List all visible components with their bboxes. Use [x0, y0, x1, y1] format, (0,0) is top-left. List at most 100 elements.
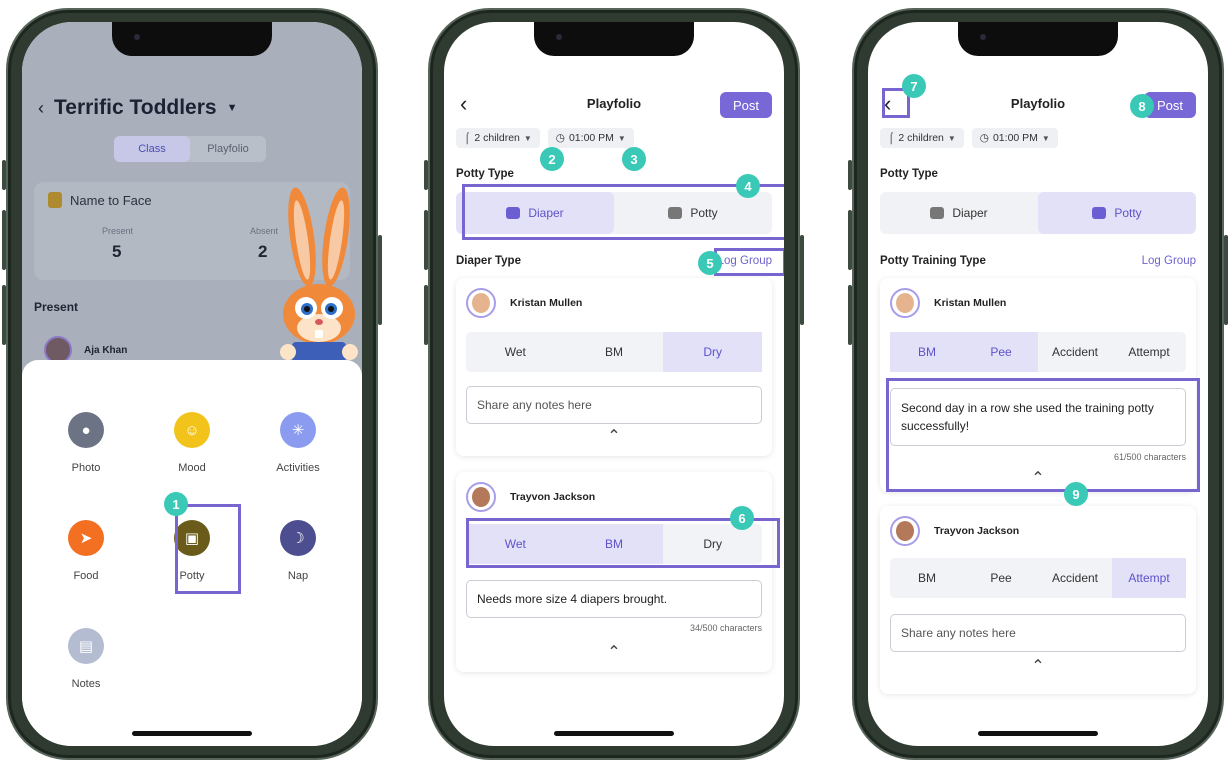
potty-type-toggle: Diaper Potty — [880, 192, 1196, 234]
notes-highlight-box — [886, 378, 1200, 492]
callout-badge-5: 5 — [698, 251, 722, 275]
screen-3: ‹ Playfolio Post 7 8 ⌠ 2 children ▼ ◷ 01… — [868, 22, 1208, 746]
option-accident[interactable]: Accident — [1038, 558, 1112, 598]
children-icon: ⌠ — [464, 132, 471, 144]
child-name: Trayvon Jackson — [510, 491, 596, 503]
time-selector[interactable]: ◷ 01:00 PM ▼ — [547, 128, 634, 148]
potty-type-label: Potty Type — [456, 168, 514, 180]
option-pee[interactable]: Pee — [964, 332, 1038, 372]
child-entry-card: Kristan Mullen Wet BM Dry Share any note… — [456, 278, 772, 456]
potty-training-selector: BM Pee Accident Attempt — [890, 332, 1186, 372]
child-name: Aja Khan — [84, 344, 128, 356]
caret-down-icon: ▼ — [226, 102, 238, 114]
present-heading: Present — [34, 300, 79, 314]
class-title-text: Terrific Toddlers — [54, 96, 217, 119]
log-group-highlight-box — [714, 248, 784, 276]
option-potty[interactable]: Potty — [1038, 192, 1196, 234]
phone-frame-1: ‹ Terrific Toddlers ▼ Class Playfolio Na… — [2, 8, 382, 760]
diaper-type-selector: Wet BM Dry — [466, 332, 763, 372]
tab-class[interactable]: Class — [114, 136, 190, 162]
callout-badge-8: 8 — [1130, 94, 1154, 118]
screen-2: ‹ Playfolio Post ⌠ 2 children ▼ ◷ 01:00 … — [444, 22, 784, 746]
child-name: Kristan Mullen — [934, 297, 1007, 309]
class-playfolio-toggle: Class Playfolio — [114, 136, 266, 162]
option-bm[interactable]: BM — [565, 332, 664, 372]
avatar — [890, 516, 920, 546]
option-bm[interactable]: BM — [890, 332, 964, 372]
option-attempt[interactable]: Attempt — [1112, 558, 1186, 598]
log-group-link[interactable]: Log Group — [1142, 255, 1196, 267]
potty-training-type-label: Potty Training Type — [880, 255, 986, 267]
potty-training-selector: BM Pee Accident Attempt — [890, 558, 1186, 598]
running-icon: ✳ — [280, 412, 316, 448]
diaper-type-label: Diaper Type — [456, 255, 521, 267]
moon-icon: ☽ — [280, 520, 316, 556]
activity-nap[interactable]: ☽ Nap — [258, 520, 338, 582]
activity-mood[interactable]: ☺ Mood — [152, 412, 232, 474]
activity-notes[interactable]: ▤ Notes — [46, 628, 126, 690]
notes-input[interactable]: Needs more size 4 diapers brought. — [466, 580, 762, 618]
option-wet[interactable]: Wet — [466, 332, 565, 372]
medal-icon — [48, 192, 62, 208]
option-accident[interactable]: Accident — [1038, 332, 1112, 372]
clock-icon: ◷ — [555, 132, 565, 144]
bunny-mascot-icon — [280, 187, 358, 362]
carrot-icon: ➤ — [68, 520, 104, 556]
collapse-chevron-icon[interactable]: ⌃ — [607, 642, 620, 662]
option-bm[interactable]: BM — [890, 558, 964, 598]
avatar — [466, 288, 496, 318]
option-attempt[interactable]: Attempt — [1112, 332, 1186, 372]
filter-chips: ⌠ 2 children ▼ ◷ 01:00 PM ▼ — [880, 128, 1058, 148]
child-entry-card: Trayvon Jackson BM Pee Accident Attempt … — [880, 506, 1196, 694]
camera-icon: ● — [68, 412, 104, 448]
filter-chips: ⌠ 2 children ▼ ◷ 01:00 PM ▼ — [456, 128, 634, 148]
notes-icon: ▤ — [68, 628, 104, 664]
callout-badge-7: 7 — [902, 74, 926, 98]
children-icon: ⌠ — [888, 132, 895, 144]
class-title[interactable]: ‹ Terrific Toddlers ▼ — [38, 96, 237, 120]
callout-badge-9: 9 — [1064, 482, 1088, 506]
post-button[interactable]: Post — [720, 92, 772, 118]
callout-badge-6: 6 — [730, 506, 754, 530]
avatar — [890, 288, 920, 318]
activity-food[interactable]: ➤ Food — [46, 520, 126, 582]
tab-playfolio[interactable]: Playfolio — [190, 136, 266, 162]
absent-count: 2 — [258, 242, 268, 261]
caret-down-icon: ▼ — [617, 133, 626, 143]
back-chevron-icon[interactable]: ‹ — [38, 98, 44, 119]
caret-down-icon: ▼ — [947, 133, 956, 143]
screen-1: ‹ Terrific Toddlers ▼ Class Playfolio Na… — [22, 22, 362, 746]
option-dry[interactable]: Dry — [663, 332, 763, 372]
child-name: Trayvon Jackson — [934, 525, 1020, 537]
caret-down-icon: ▼ — [523, 133, 532, 143]
name-to-face-title: Name to Face — [70, 192, 152, 208]
option-diaper[interactable]: Diaper — [880, 192, 1038, 234]
child-entry-card: Trayvon Jackson Wet BM Dry Needs more si… — [456, 472, 772, 672]
smile-icon: ☺ — [174, 412, 210, 448]
diaper-icon — [930, 207, 945, 219]
potty-highlight-box — [175, 504, 241, 594]
caret-down-icon: ▼ — [1041, 133, 1050, 143]
option-pee[interactable]: Pee — [964, 558, 1038, 598]
collapse-chevron-icon[interactable]: ⌃ — [607, 426, 620, 446]
callout-badge-1: 1 — [164, 492, 188, 516]
avatar — [466, 482, 496, 512]
nav-bar: ‹ Playfolio Post — [444, 90, 784, 120]
notes-input[interactable]: Share any notes here — [890, 614, 1186, 652]
child-name: Kristan Mullen — [510, 297, 583, 309]
activity-activities[interactable]: ✳ Activities — [258, 412, 338, 474]
callout-badge-4: 4 — [736, 174, 760, 198]
children-selector[interactable]: ⌠ 2 children ▼ — [880, 128, 964, 148]
phone-frame-2: ‹ Playfolio Post ⌠ 2 children ▼ ◷ 01:00 … — [424, 8, 804, 760]
phone-frame-3: ‹ Playfolio Post 7 8 ⌠ 2 children ▼ ◷ 01… — [848, 8, 1228, 760]
potty-type-highlight-box — [462, 184, 784, 240]
notes-input[interactable]: Share any notes here — [466, 386, 762, 424]
present-label: Present — [102, 226, 134, 236]
toilet-icon — [1092, 207, 1107, 219]
callout-badge-3: 3 — [622, 147, 646, 171]
children-selector[interactable]: ⌠ 2 children ▼ — [456, 128, 540, 148]
activity-photo[interactable]: ● Photo — [46, 412, 126, 474]
present-count: 5 — [112, 242, 122, 261]
collapse-chevron-icon[interactable]: ⌃ — [1031, 656, 1044, 676]
time-selector[interactable]: ◷ 01:00 PM ▼ — [971, 128, 1058, 148]
